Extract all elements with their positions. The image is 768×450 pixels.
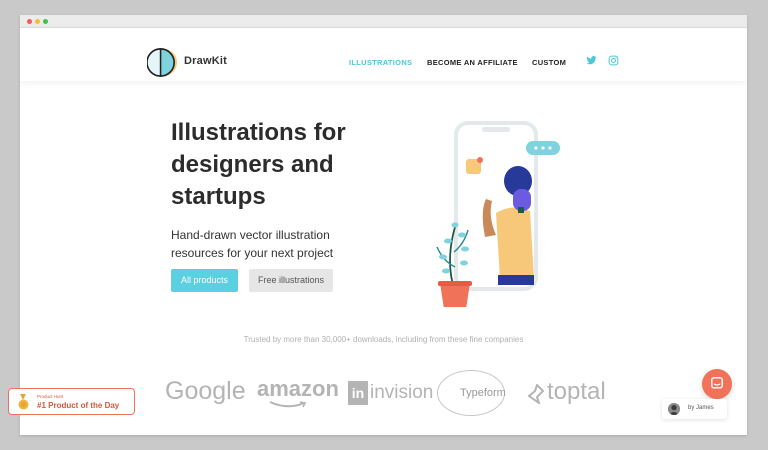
nav-illustrations[interactable]: ILLUSTRATIONS bbox=[349, 58, 412, 67]
company-logo-amazon: amazon bbox=[257, 376, 339, 401]
hero-title-line: startups bbox=[171, 183, 266, 210]
hero-illustration bbox=[436, 121, 560, 307]
avatar bbox=[668, 403, 680, 415]
window-titlebar bbox=[20, 15, 747, 28]
hero-subtitle-line: Hand-drawn vector illustration bbox=[171, 228, 330, 242]
hero-title-line: designers and bbox=[171, 151, 334, 178]
chat-button[interactable] bbox=[702, 369, 732, 399]
company-logo-toptal: toptal bbox=[547, 378, 606, 405]
brand-name[interactable]: DrawKit bbox=[184, 55, 227, 67]
minimize-window-dot[interactable] bbox=[35, 19, 40, 24]
chat-icon bbox=[711, 377, 723, 389]
trusted-by-text: Trusted by more than 30,000+ downloads, … bbox=[243, 335, 524, 344]
amazon-smile-icon bbox=[269, 401, 307, 408]
company-logo-typeform: Typeform bbox=[460, 387, 506, 399]
nav-become-affiliate[interactable]: BECOME AN AFFILIATE bbox=[427, 58, 518, 67]
browser-window: DrawKit ILLUSTRATIONS BECOME AN AFFILIAT… bbox=[20, 15, 747, 435]
invision-in-icon: in bbox=[348, 381, 368, 405]
close-window-dot[interactable] bbox=[27, 19, 32, 24]
nav-custom[interactable]: CUSTOM bbox=[532, 58, 566, 67]
free-illustrations-button[interactable]: Free illustrations bbox=[249, 269, 333, 292]
company-logo-invision: invision bbox=[370, 382, 434, 403]
hero-subtitle-line: resources for your next project bbox=[171, 246, 334, 260]
author-byline[interactable]: by James bbox=[662, 399, 727, 419]
all-products-button[interactable]: All products bbox=[171, 269, 238, 292]
toptal-mark-icon bbox=[528, 384, 544, 404]
instagram-icon[interactable] bbox=[608, 55, 619, 66]
hero-title: Illustrations for designers and startups bbox=[171, 117, 391, 213]
byline-text: by James bbox=[688, 405, 714, 411]
maximize-window-dot[interactable] bbox=[43, 19, 48, 24]
company-logo-google: Google bbox=[165, 377, 246, 405]
product-hunt-badge[interactable]: Product Hunt #1 Product of the Day bbox=[8, 388, 135, 415]
drawkit-logo-icon[interactable] bbox=[147, 47, 178, 78]
hero-subtitle: Hand-drawn vector illustration resources… bbox=[171, 226, 391, 262]
medal-icon bbox=[18, 394, 29, 410]
twitter-icon[interactable] bbox=[586, 55, 597, 66]
product-of-day-label: #1 Product of the Day bbox=[37, 401, 120, 410]
product-hunt-label: Product Hunt bbox=[37, 394, 64, 399]
hero-title-line: Illustrations for bbox=[171, 119, 346, 146]
site-header: DrawKit ILLUSTRATIONS BECOME AN AFFILIAT… bbox=[20, 28, 747, 81]
